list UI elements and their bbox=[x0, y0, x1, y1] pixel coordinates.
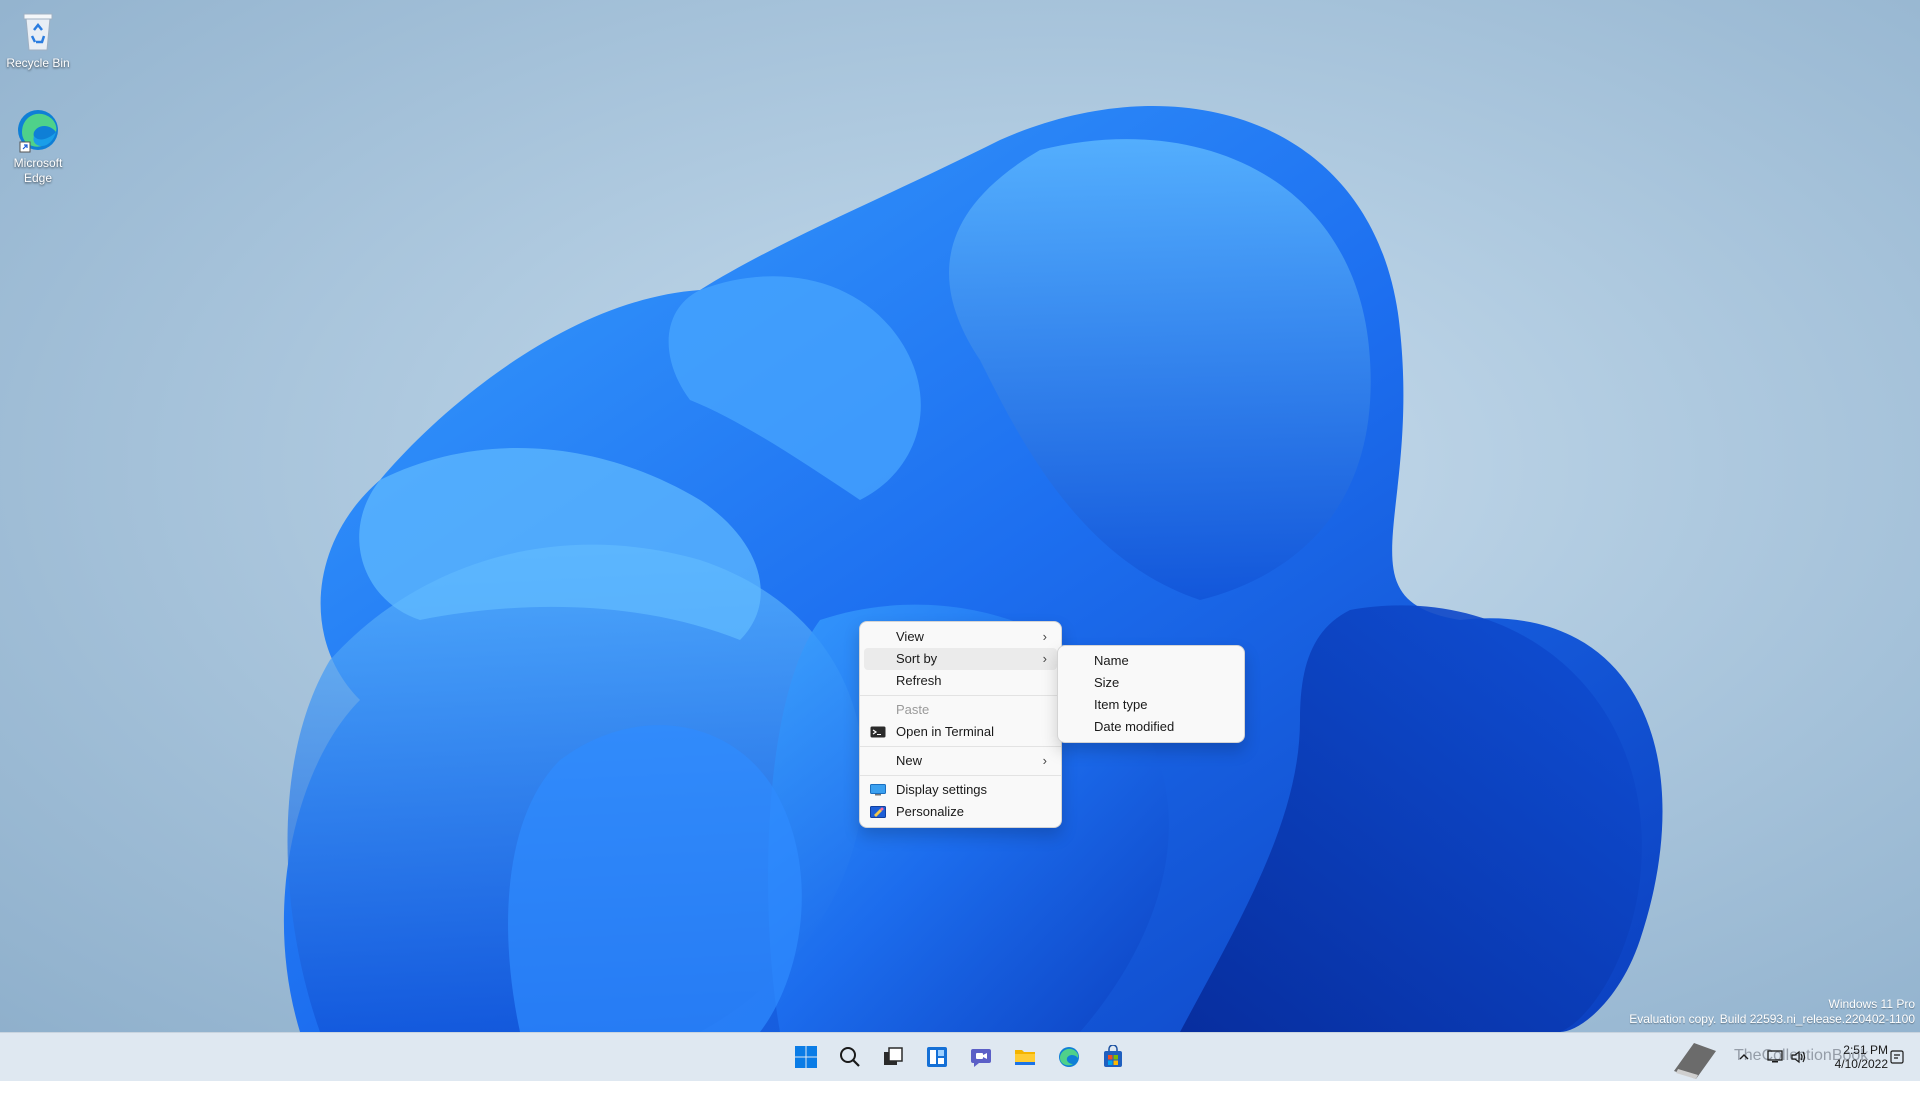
show-hidden-icons-button[interactable] bbox=[1734, 1033, 1754, 1081]
personalize-icon bbox=[870, 806, 886, 818]
menu-item-view[interactable]: View › bbox=[864, 626, 1057, 648]
chevron-right-icon: › bbox=[1042, 651, 1047, 666]
menu-item-label: Personalize bbox=[896, 804, 964, 819]
chevron-right-icon: › bbox=[1042, 629, 1047, 644]
sort-option-item-type[interactable]: Item type bbox=[1062, 694, 1240, 716]
site-watermark-book-icon bbox=[1674, 1043, 1716, 1079]
file-explorer-button[interactable] bbox=[1007, 1039, 1043, 1075]
desktop-icon-microsoft-edge[interactable]: Microsoft Edge bbox=[0, 106, 76, 186]
desktop-icon-recycle-bin[interactable]: Recycle Bin bbox=[0, 6, 76, 71]
chevron-up-icon bbox=[1739, 1054, 1749, 1060]
menu-item-label: Size bbox=[1094, 675, 1120, 690]
menu-item-label: Display settings bbox=[896, 782, 988, 797]
taskbar: TheCollectionBook 2:51 PM 4/10/2022 bbox=[0, 1032, 1920, 1081]
menu-separator bbox=[860, 775, 1061, 776]
notification-icon bbox=[1890, 1050, 1904, 1064]
recycle-bin-icon bbox=[23, 13, 53, 51]
menu-item-new[interactable]: New › bbox=[864, 750, 1057, 772]
menu-item-label: Paste bbox=[896, 702, 930, 717]
edge-icon bbox=[1059, 1047, 1079, 1067]
volume-button[interactable] bbox=[1788, 1033, 1810, 1081]
widgets-button[interactable] bbox=[919, 1039, 955, 1075]
chat-icon bbox=[971, 1049, 991, 1067]
menu-item-label: Date modified bbox=[1094, 719, 1175, 734]
build-watermark: Evaluation copy. Build 22593.ni_release.… bbox=[1629, 1012, 1915, 1026]
menu-item-refresh[interactable]: Refresh bbox=[864, 670, 1057, 692]
sort-option-size[interactable]: Size bbox=[1062, 672, 1240, 694]
menu-item-open-in-terminal[interactable]: Open in Terminal bbox=[864, 721, 1057, 743]
menu-separator bbox=[860, 695, 1061, 696]
task-view-button[interactable] bbox=[875, 1039, 911, 1075]
clock-date: 4/10/2022 bbox=[1834, 1057, 1888, 1071]
menu-item-personalize[interactable]: Personalize bbox=[864, 801, 1057, 823]
menu-item-display-settings[interactable]: Display settings bbox=[864, 779, 1057, 801]
clock-button[interactable]: 2:51 PM 4/10/2022 bbox=[1812, 1033, 1888, 1081]
bloom-wallpaper bbox=[283, 105, 1663, 1032]
desktop[interactable]: Recycle Bin Microsoft Edge Windows 11 Pr… bbox=[0, 0, 1920, 1032]
task-view-icon bbox=[884, 1047, 903, 1065]
menu-item-paste: Paste bbox=[864, 699, 1057, 721]
sort-by-submenu: Name Size Item type Date modified bbox=[1057, 645, 1245, 743]
menu-separator bbox=[860, 746, 1061, 747]
display-icon bbox=[870, 784, 886, 796]
edge-icon bbox=[18, 110, 58, 153]
notification-button[interactable] bbox=[1882, 1033, 1912, 1081]
menu-item-label: Name bbox=[1094, 653, 1129, 668]
chevron-right-icon: › bbox=[1042, 753, 1047, 768]
desktop-icon-label: Recycle Bin bbox=[6, 56, 70, 70]
microsoft-store-button[interactable] bbox=[1095, 1039, 1131, 1075]
menu-item-sort-by[interactable]: Sort by › bbox=[864, 648, 1057, 670]
menu-item-label: Refresh bbox=[896, 673, 942, 688]
search-icon bbox=[840, 1047, 860, 1067]
menu-item-label: Item type bbox=[1094, 697, 1148, 712]
desktop-context-menu: View › Sort by › Refresh Paste Open in T… bbox=[859, 621, 1062, 828]
menu-item-label: Sort by bbox=[896, 651, 938, 666]
widgets-icon bbox=[927, 1047, 947, 1067]
volume-icon bbox=[1791, 1050, 1806, 1064]
edge-button[interactable] bbox=[1051, 1039, 1087, 1075]
start-button[interactable] bbox=[788, 1039, 824, 1075]
menu-item-label: View bbox=[896, 629, 924, 644]
start-icon bbox=[795, 1046, 817, 1068]
file-explorer-icon bbox=[1015, 1050, 1035, 1065]
network-icon bbox=[1767, 1050, 1783, 1063]
chat-button[interactable] bbox=[963, 1039, 999, 1075]
search-button[interactable] bbox=[832, 1039, 868, 1075]
store-icon bbox=[1104, 1045, 1122, 1067]
terminal-icon bbox=[870, 726, 886, 738]
clock-time: 2:51 PM bbox=[1843, 1043, 1888, 1057]
sort-option-date-modified[interactable]: Date modified bbox=[1062, 716, 1240, 738]
network-button[interactable] bbox=[1764, 1033, 1786, 1081]
sort-option-name[interactable]: Name bbox=[1062, 650, 1240, 672]
windows-edition-watermark: Windows 11 Pro bbox=[1828, 997, 1915, 1011]
menu-item-label: New bbox=[896, 753, 923, 768]
desktop-icon-label: Microsoft Edge bbox=[13, 156, 63, 185]
menu-item-label: Open in Terminal bbox=[896, 724, 995, 739]
